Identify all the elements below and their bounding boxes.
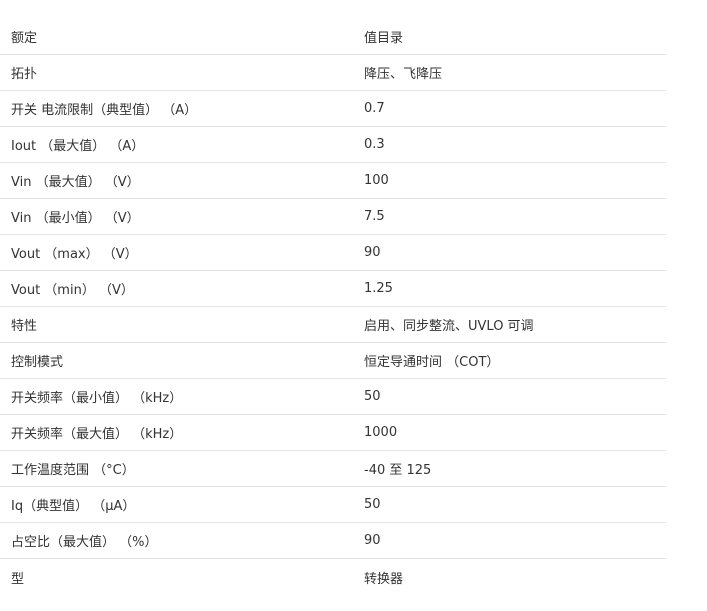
table-row: 工作温度范围 （°C） -40 至 125	[0, 451, 666, 487]
row-value: 启用、同步整流、UVLO 可调	[364, 319, 534, 334]
row-label: 型	[11, 571, 25, 587]
row-label: Vin （最大值） （V）	[11, 175, 140, 190]
row-label: 拓扑	[11, 67, 38, 82]
table-row: 开关频率（最小值） （kHz） 50	[0, 379, 666, 415]
row-value: 100	[364, 173, 389, 188]
row-label: Vout （min） （V）	[11, 283, 134, 298]
row-value: 90	[364, 245, 381, 260]
table-row: Vin （最小值） （V） 7.5	[0, 199, 666, 235]
row-label: 控制模式	[11, 355, 64, 370]
row-value: 1000	[364, 425, 398, 440]
column-header-value: 值目录	[364, 31, 404, 46]
table-row: 拓扑 降压、飞降压	[0, 55, 666, 91]
table-row: 开关频率（最大值） （kHz） 1000	[0, 415, 666, 451]
row-label: Vout （max） （V）	[11, 247, 138, 262]
row-value: 0.7	[364, 101, 385, 116]
row-value: 50	[364, 497, 381, 512]
row-label: Iq（典型值） （µA）	[11, 499, 136, 514]
row-label: 特性	[11, 319, 38, 334]
row-value: 50	[364, 389, 381, 404]
row-value: 转换器	[364, 571, 404, 587]
row-value: 0.3	[364, 137, 385, 152]
row-label: 开关 电流限制（典型值） （A）	[11, 103, 198, 118]
row-label: 占空比（最大值） （%）	[11, 535, 158, 550]
row-label: Vin （最小值） （V）	[11, 211, 140, 226]
table-row: 开关 电流限制（典型值） （A） 0.7	[0, 91, 666, 127]
table-row: Iout （最大值） （A） 0.3	[0, 127, 666, 163]
table-row: Vout （min） （V） 1.25	[0, 271, 666, 307]
table-row: Vout （max） （V） 90	[0, 235, 666, 271]
row-value: 恒定导通时间 （COT）	[364, 355, 500, 370]
row-value: 90	[364, 533, 381, 548]
table-row: 特性 启用、同步整流、UVLO 可调	[0, 307, 666, 343]
table-row: 占空比（最大值） （%） 90	[0, 523, 666, 559]
row-label: Iout （最大值） （A）	[11, 139, 145, 154]
row-value: 降压、飞降压	[364, 67, 443, 82]
row-label: 开关频率（最小值） （kHz）	[11, 391, 183, 406]
row-value: 1.25	[364, 281, 393, 296]
row-label: 工作温度范围 （°C）	[11, 463, 135, 478]
column-header-label: 额定	[11, 31, 38, 46]
row-label: 开关频率（最大值） （kHz）	[11, 427, 183, 442]
table-row: 控制模式 恒定导通时间 （COT）	[0, 343, 666, 379]
table-row: Vin （最大值） （V） 100	[0, 163, 666, 199]
row-value: 7.5	[364, 209, 385, 224]
table-row: 型 转换器	[0, 559, 666, 595]
table-header-row: 额定 值目录	[0, 19, 666, 55]
table-row: Iq（典型值） （µA） 50	[0, 487, 666, 523]
row-value: -40 至 125	[364, 463, 432, 478]
spec-table: 额定 值目录 拓扑 降压、飞降压 开关 电流限制（典型值） （A） 0.7 Io…	[0, 19, 666, 595]
